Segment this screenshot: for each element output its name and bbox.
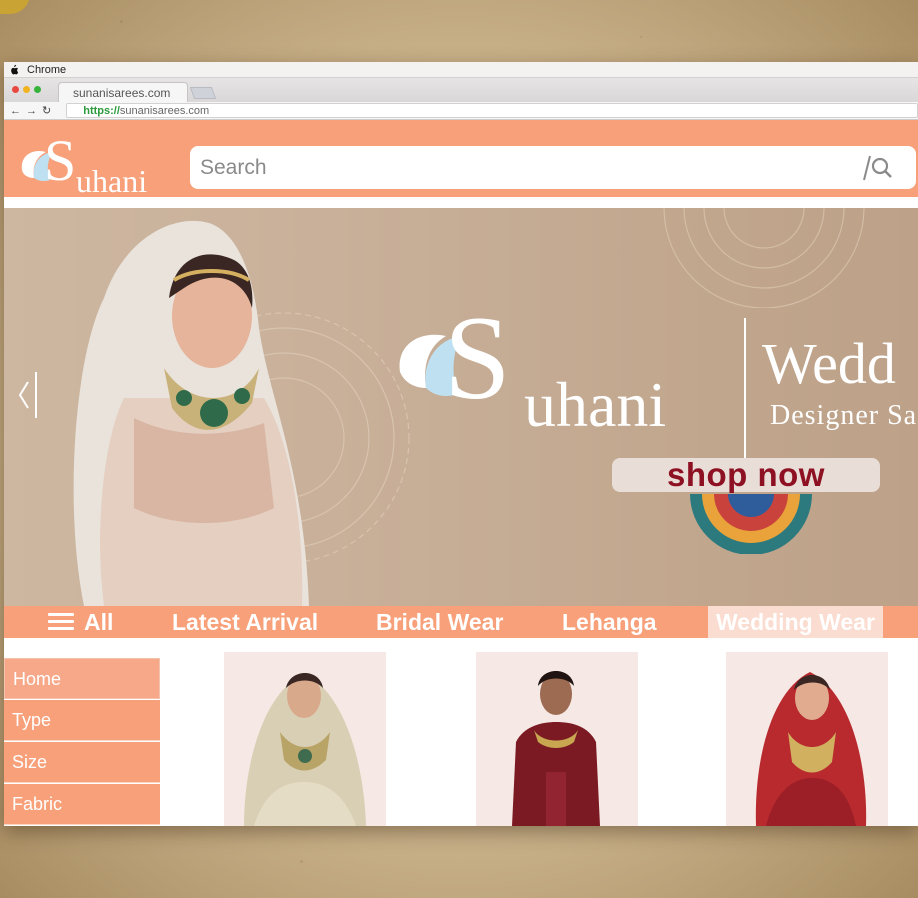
paper-speck (300, 860, 303, 863)
hero-banner: S uhani Wedd Designer Sa shop now (4, 208, 918, 606)
hero-subtitle: Designer Sa (770, 400, 918, 431)
hero-logo-initial: S (444, 291, 511, 424)
category-lehanga[interactable]: Lehanga (562, 609, 657, 636)
sidebar-item-home[interactable]: Home (4, 658, 160, 699)
apple-icon[interactable] (8, 64, 19, 76)
address-bar[interactable]: https://sunanisarees.com (66, 103, 918, 118)
browser-window: Chrome sunanisarees.com ← → ↻ https://su… (4, 62, 918, 826)
product-ivory-lehenga-image (244, 673, 366, 826)
category-label: All (84, 609, 114, 635)
category-nav: All Latest Arrival Bridal Wear Lehanga W… (4, 606, 918, 638)
maximize-window-button[interactable] (34, 86, 41, 93)
site-header: S uhani (4, 120, 918, 200)
sidebar-item-fabric[interactable]: Fabric (4, 784, 160, 825)
close-window-button[interactable] (12, 86, 19, 93)
product-card[interactable] (476, 652, 638, 826)
logo-initial: S (44, 128, 76, 193)
main-content: Home Type Size Fabric (4, 638, 918, 826)
product-maroon-saree-image (512, 671, 600, 826)
url-scheme: https:// (83, 104, 120, 117)
url-host: sunanisarees.com (119, 104, 210, 117)
address-bar-row: ← → ↻ https://sunanisarees.com (4, 102, 918, 120)
bride-model-image (73, 220, 309, 606)
forward-arrow-icon[interactable]: → (26, 105, 37, 117)
tab-strip: sunanisarees.com (4, 78, 918, 102)
brand-logo[interactable]: S uhani (14, 126, 174, 196)
hero-logo-wordmark: uhani (524, 369, 666, 436)
category-wedding-wear[interactable]: Wedding Wear (708, 606, 883, 638)
product-red-bridal-lehenga-image (755, 672, 867, 826)
browser-tab[interactable]: sunanisarees.com (58, 82, 188, 102)
hero-brand-logo: S uhani (399, 291, 666, 436)
minimize-window-button[interactable] (23, 86, 30, 93)
sidebar-item-size[interactable]: Size (4, 742, 160, 783)
search-icon[interactable] (860, 154, 894, 182)
hero-divider (744, 318, 746, 460)
back-arrow-icon[interactable]: ← (10, 105, 21, 117)
product-card[interactable] (726, 652, 888, 826)
search-input[interactable] (200, 155, 840, 180)
search-box (190, 146, 916, 189)
category-all[interactable]: All (48, 609, 113, 636)
sidebar-item-type[interactable]: Type (4, 700, 160, 741)
category-bridal-wear[interactable]: Bridal Wear (376, 609, 503, 636)
product-card[interactable] (224, 652, 386, 826)
window-controls (12, 86, 41, 93)
new-tab-button[interactable] (189, 87, 217, 99)
hero-title: Wedd (762, 331, 896, 396)
paper-speck (640, 36, 642, 38)
tab-title: sunanisarees.com (73, 86, 171, 100)
hamburger-menu-icon (48, 613, 74, 631)
logo-wordmark: uhani (76, 163, 147, 196)
category-latest-arrival[interactable]: Latest Arrival (172, 609, 318, 636)
os-menu-bar: Chrome (4, 62, 918, 78)
paper-speck (120, 20, 123, 23)
sidebar-menu: Home Type Size Fabric (4, 658, 160, 826)
shop-now-button[interactable]: shop now (612, 458, 880, 492)
reload-icon[interactable]: ↻ (42, 104, 51, 117)
os-app-name[interactable]: Chrome (27, 64, 66, 76)
corner-decoration (0, 0, 30, 14)
